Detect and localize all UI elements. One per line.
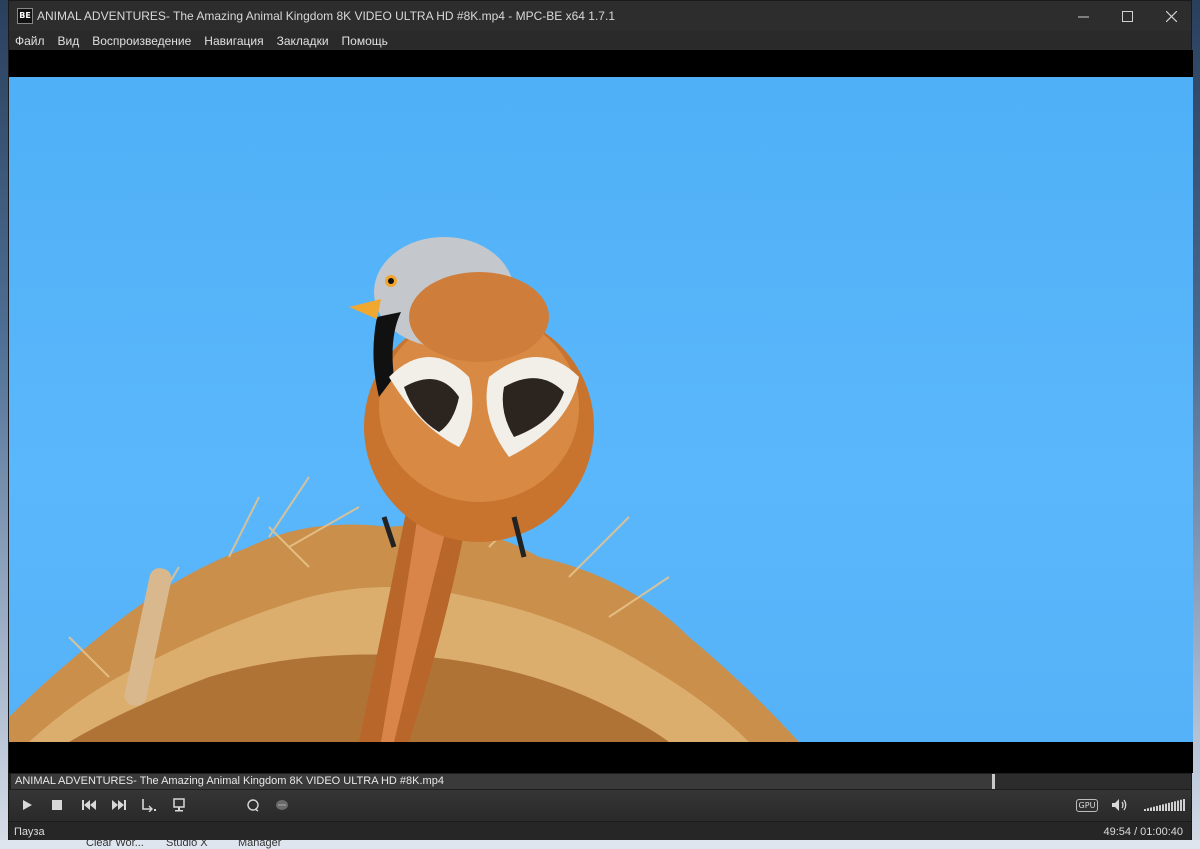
frame-step-icon[interactable] — [138, 795, 160, 815]
taskbar-item[interactable]: Clear Wor... — [86, 840, 144, 849]
menu-view[interactable]: Вид — [52, 34, 86, 48]
title-bar[interactable]: BE ANIMAL ADVENTURES- The Amazing Animal… — [9, 1, 1191, 31]
close-icon[interactable] — [1149, 1, 1193, 31]
seek-bar[interactable]: ANIMAL ADVENTURES- The Amazing Animal Ki… — [11, 774, 1191, 789]
menu-bar: Файл Вид Воспроизведение Навигация Закла… — [9, 31, 1191, 50]
player-window: BE ANIMAL ADVENTURES- The Amazing Animal… — [8, 0, 1193, 842]
volume-bar — [1144, 809, 1146, 811]
volume-bar — [1147, 808, 1149, 811]
app-icon[interactable]: BE — [17, 8, 33, 24]
minimize-icon[interactable] — [1061, 1, 1105, 31]
volume-bar — [1153, 806, 1155, 811]
menu-file[interactable]: Файл — [9, 34, 51, 48]
volume-bar — [1162, 804, 1164, 811]
volume-bar — [1183, 799, 1185, 811]
gpu-indicator[interactable]: GPU — [1075, 795, 1099, 815]
video-picture-bird — [9, 237, 799, 742]
gpu-label: GPU — [1075, 798, 1099, 812]
maximize-icon[interactable] — [1105, 1, 1149, 31]
speaker-icon[interactable] — [1109, 795, 1131, 815]
volume-bar — [1174, 801, 1176, 811]
eject-icon[interactable] — [168, 795, 190, 815]
video-frame[interactable] — [9, 77, 1193, 742]
seek-bar-row: ANIMAL ADVENTURES- The Amazing Animal Ki… — [9, 773, 1191, 790]
volume-bar — [1180, 799, 1182, 811]
desktop-background-left — [0, 0, 8, 849]
seek-filename: ANIMAL ADVENTURES- The Amazing Animal Ki… — [15, 775, 444, 787]
subtitle-icon[interactable] — [271, 795, 293, 815]
volume-bar — [1156, 805, 1158, 811]
volume-bar — [1150, 807, 1152, 811]
menu-help[interactable]: Помощь — [336, 34, 394, 48]
taskbar: Clear Wor... Studio X Manager — [0, 840, 1200, 849]
play-icon[interactable] — [16, 795, 38, 815]
volume-slider[interactable] — [1143, 795, 1187, 815]
taskbar-item[interactable]: Manager — [238, 840, 281, 849]
menu-bookmarks[interactable]: Закладки — [271, 34, 335, 48]
menu-navigation[interactable]: Навигация — [198, 34, 269, 48]
volume-level-bars — [1144, 799, 1185, 811]
time-display[interactable]: 49:54 / 01:00:40 — [1103, 826, 1183, 838]
video-area[interactable] — [9, 50, 1193, 773]
control-bar: GPU — [9, 790, 1191, 820]
playback-state: Пауза — [14, 826, 45, 838]
stop-icon[interactable] — [46, 795, 68, 815]
seek-thumb[interactable] — [992, 774, 995, 789]
volume-bar — [1159, 805, 1161, 811]
next-icon[interactable] — [108, 795, 130, 815]
menu-playback[interactable]: Воспроизведение — [86, 34, 197, 48]
volume-bar — [1177, 800, 1179, 811]
previous-icon[interactable] — [78, 795, 100, 815]
taskbar-item[interactable]: Studio X — [166, 840, 208, 849]
status-bar: Пауза 49:54 / 01:00:40 — [9, 821, 1191, 842]
loop-icon[interactable] — [242, 795, 264, 815]
desktop-background-right — [1192, 0, 1200, 849]
volume-bar — [1168, 802, 1170, 811]
window-title: ANIMAL ADVENTURES- The Amazing Animal Ki… — [37, 9, 615, 23]
volume-bar — [1165, 803, 1167, 811]
volume-bar — [1171, 802, 1173, 811]
